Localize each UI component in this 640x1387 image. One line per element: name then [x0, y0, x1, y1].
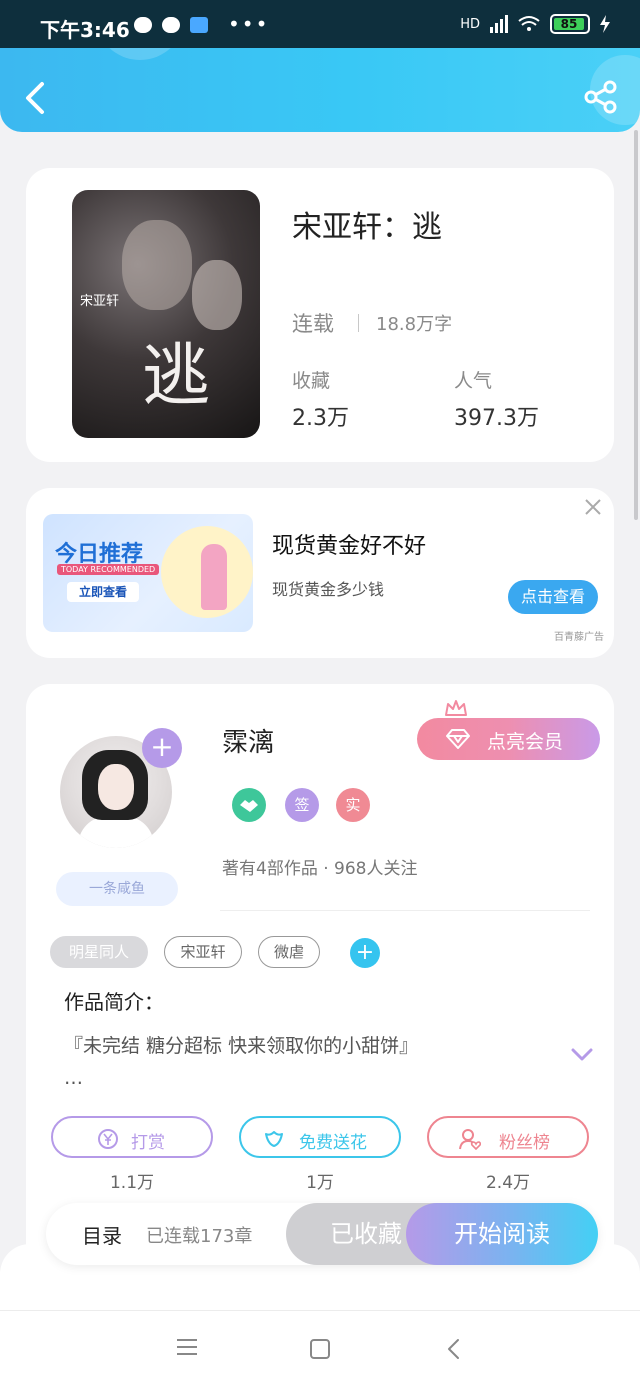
send-flower-label: 免费送花 — [299, 1133, 367, 1153]
ad-view-button[interactable]: 点击查看 — [508, 580, 598, 614]
ad-headline: 现货黄金好不好 — [272, 534, 427, 559]
network-label: HD — [460, 16, 480, 32]
flower-icon — [265, 1131, 283, 1147]
fans-count: 2.4万 — [485, 1173, 531, 1193]
notification-icons — [134, 17, 208, 33]
ad-description: 现货黄金多少钱 — [272, 580, 385, 599]
banner-subtitle: TODAY RECOMMENDED — [57, 564, 160, 575]
wechat-icon — [162, 17, 180, 33]
intro-line: 『未完结 糖分超标 快来领取你的小甜饼』 — [64, 1035, 419, 1057]
flower-count: 1万 — [306, 1173, 334, 1193]
chapter-count[interactable]: 已连载173章 — [146, 1222, 252, 1248]
fans-rank-label: 粉丝榜 — [499, 1133, 550, 1153]
popularity-label: 人气 — [454, 370, 493, 392]
menu-icon[interactable] — [177, 1339, 197, 1357]
close-icon[interactable] — [582, 496, 604, 518]
toc-button[interactable]: 目录 — [82, 1220, 122, 1249]
avatar-body — [78, 816, 154, 848]
status-time: 下午3:46 — [40, 18, 130, 42]
battery-level: 85 — [554, 18, 584, 30]
banner-cta: 立即查看 — [67, 582, 139, 602]
favorites-label: 收藏 — [292, 370, 331, 392]
author-tag: 一条咸鱼 — [56, 872, 178, 906]
status-right: HD 85 — [460, 14, 610, 34]
popularity-value: 397.3万 — [454, 406, 539, 431]
book-word-count: 18.8万字 — [376, 314, 453, 335]
vip-button-label: 点亮会员 — [487, 731, 564, 753]
header-bar: 下午3:46 ••• HD 85 — [0, 0, 640, 132]
add-tag-button[interactable]: + — [350, 938, 380, 968]
tag-chip[interactable]: 微虐 — [258, 936, 320, 968]
divider — [358, 314, 359, 332]
crown-icon — [445, 700, 467, 716]
ad-source: 百青藤广告 — [554, 632, 604, 643]
reward-label: 打赏 — [131, 1133, 165, 1153]
avatar-face — [98, 764, 134, 810]
ad-card[interactable]: 今日推荐 TODAY RECOMMENDED 立即查看 现货黄金好不好 现货黄金… — [26, 488, 614, 658]
diamond-icon — [446, 729, 470, 749]
ad-banner-image[interactable]: 今日推荐 TODAY RECOMMENDED 立即查看 — [43, 514, 253, 632]
divider — [220, 910, 590, 911]
signed-badge: 签 — [285, 788, 319, 822]
handshake-badge-icon — [232, 788, 266, 822]
home-icon[interactable] — [310, 1339, 330, 1359]
vip-button[interactable]: 点亮会员 — [417, 718, 600, 760]
author-meta: 著有4部作品 · 968人关注 — [222, 859, 418, 879]
status-bar: 下午3:46 ••• HD 85 — [0, 0, 640, 48]
fans-icon — [459, 1129, 481, 1150]
signal-icon — [490, 15, 508, 33]
follow-button[interactable]: + — [142, 728, 182, 768]
chevron-down-icon[interactable] — [571, 1048, 593, 1062]
battery-icon: 85 — [550, 14, 590, 34]
charging-icon — [600, 15, 610, 33]
nav-back-icon[interactable] — [444, 1337, 464, 1361]
cover-title: 逃 — [142, 337, 211, 416]
start-reading-button[interactable]: 开始阅读 — [406, 1203, 598, 1265]
scrollbar[interactable] — [634, 130, 638, 520]
book-status: 连载 — [292, 312, 334, 336]
cover-name: 宋亚轩 — [80, 294, 120, 309]
banner-figure — [201, 544, 227, 610]
reward-button[interactable]: 打赏 — [51, 1116, 213, 1158]
intro-ellipsis: … — [64, 1067, 83, 1089]
book-info-card: 宋亚轩 逃 宋亚轩：逃 连载 18.8万字 收藏 2.3万 人气 397.3万 — [26, 168, 614, 462]
app-notification-icon — [190, 17, 208, 33]
share-icon[interactable] — [584, 80, 618, 114]
book-cover[interactable]: 宋亚轩 逃 — [72, 190, 260, 438]
author-card: + 一条咸鱼 霂漓 点亮会员 签 实 著有4部作品 · 968人关注 明星同人 … — [26, 684, 614, 1284]
yen-icon — [98, 1129, 118, 1149]
wifi-icon — [518, 16, 540, 31]
favorites-value: 2.3万 — [292, 406, 349, 431]
system-nav-bar — [0, 1310, 640, 1387]
author-name[interactable]: 霂漓 — [222, 722, 274, 759]
book-title: 宋亚轩：逃 — [292, 210, 442, 245]
wechat-icon — [134, 17, 152, 33]
fans-rank-button[interactable]: 粉丝榜 — [427, 1116, 589, 1158]
tag-chip[interactable]: 宋亚轩 — [164, 936, 242, 968]
reading-action-bar: 目录 已连载173章 已收藏 开始阅读 — [46, 1203, 598, 1265]
cover-figure — [122, 220, 192, 310]
send-flower-button[interactable]: 免费送花 — [239, 1116, 401, 1158]
intro-text: 『未完结 糖分超标 快来领取你的小甜饼』 … — [64, 1030, 534, 1094]
verified-badge: 实 — [336, 788, 370, 822]
tag-chip[interactable]: 明星同人 — [50, 936, 148, 968]
back-icon[interactable] — [20, 78, 52, 118]
intro-label: 作品简介： — [64, 990, 164, 1014]
reward-count: 1.1万 — [109, 1173, 155, 1193]
more-notifications: ••• — [228, 12, 270, 36]
